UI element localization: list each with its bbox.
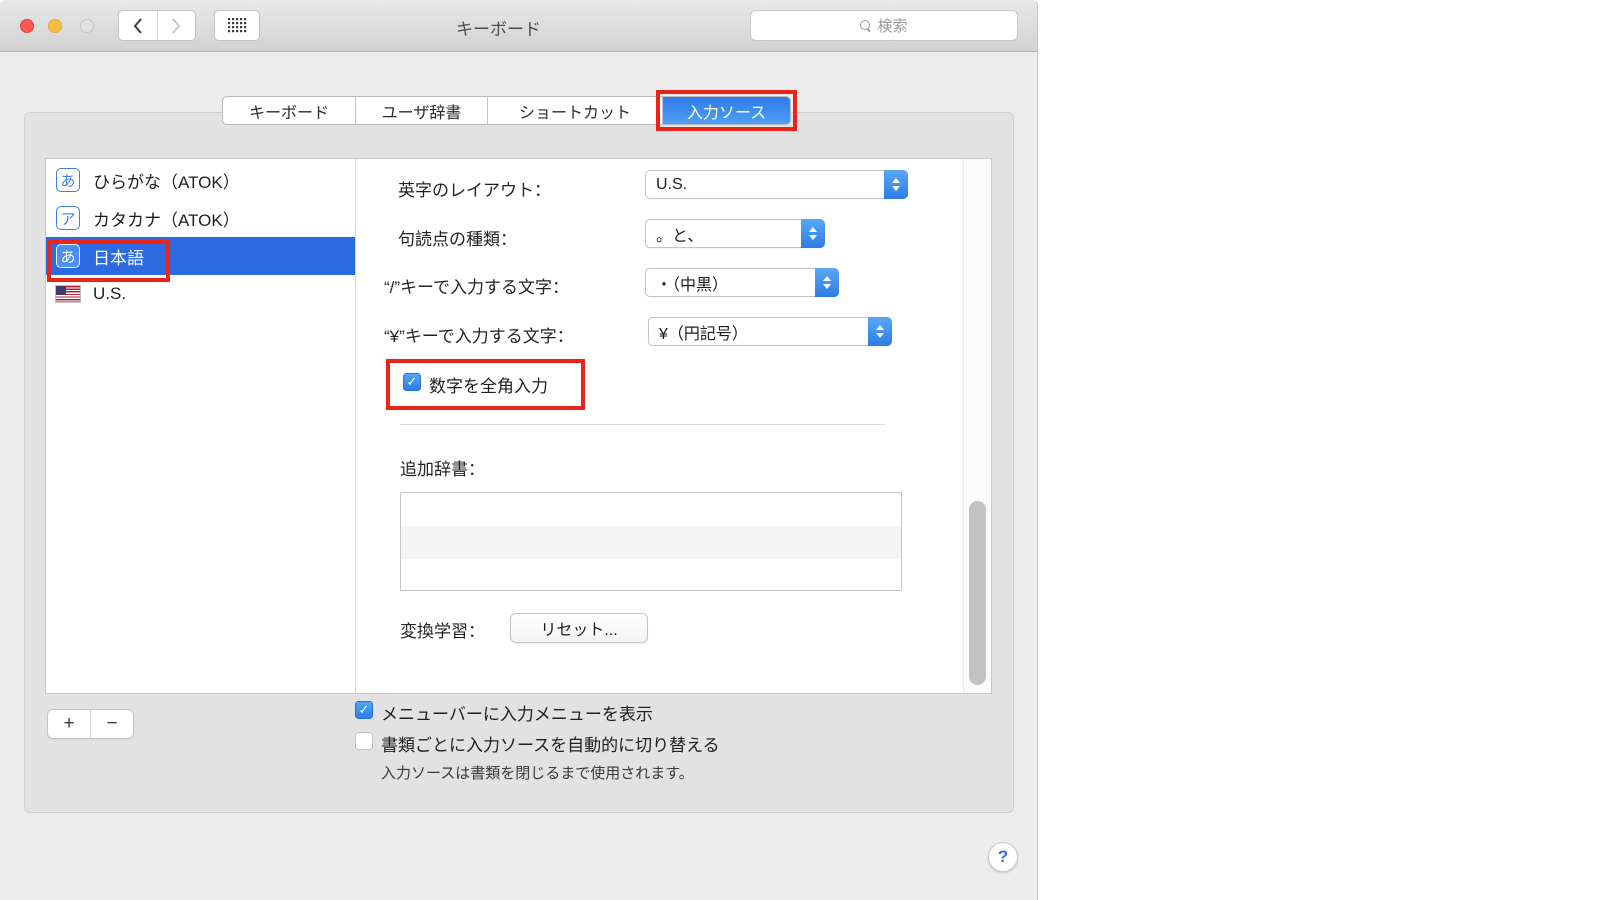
search-placeholder: 検索 xyxy=(877,18,908,35)
list-divider xyxy=(355,158,356,694)
additional-dictionaries-label: 追加辞書： xyxy=(400,460,485,479)
us-flag-icon xyxy=(55,285,81,303)
punctuation-type-value: 。と、 xyxy=(656,227,704,245)
reset-button[interactable]: リセット... xyxy=(510,613,648,643)
input-source-row-hiragana-atok[interactable]: あ ひらがな（ATOK） xyxy=(46,161,355,199)
add-remove-control: + − xyxy=(47,709,134,739)
katakana-badge-icon: ア xyxy=(56,206,80,230)
popup-stepper-icon xyxy=(815,268,839,297)
preferences-window: キーボード 検索 キーボード ユーザ辞書 ショートカット 入力ソース あ ひらが… xyxy=(0,0,1038,900)
tab-bar: キーボード ユーザ辞書 ショートカット 入力ソース xyxy=(222,96,791,125)
japanese-badge-icon: あ xyxy=(56,244,80,268)
title-bar: キーボード 検索 xyxy=(0,0,1037,52)
search-icon xyxy=(860,20,871,31)
input-source-row-us[interactable]: U.S. xyxy=(46,275,355,313)
input-source-row-japanese-selected[interactable]: あ 日本語 xyxy=(46,237,355,275)
section-divider xyxy=(400,424,885,425)
checkbox-checked-icon: ✓ xyxy=(403,373,421,391)
input-source-label: ひらがな（ATOK） xyxy=(93,172,240,192)
checkbox-unchecked-icon xyxy=(355,732,373,750)
tab-shortcuts[interactable]: ショートカット xyxy=(488,97,663,124)
remove-input-source-button[interactable]: − xyxy=(91,710,133,738)
conversion-learning-label: 変換学習： xyxy=(400,622,485,641)
popup-stepper-icon xyxy=(868,317,892,346)
fullwidth-numerals-checkbox[interactable]: ✓ 数字を全角入力 xyxy=(403,373,548,397)
tab-user-dictionary[interactable]: ユーザ辞書 xyxy=(356,97,488,124)
slash-key-select[interactable]: ・（中黒） xyxy=(645,268,839,297)
romaji-layout-value: U.S. xyxy=(656,175,688,193)
slash-key-value: ・（中黒） xyxy=(656,276,729,294)
input-source-label: カタカナ（ATOK） xyxy=(93,210,240,230)
scrollbar-thumb[interactable] xyxy=(969,501,986,685)
tab-keyboard[interactable]: キーボード xyxy=(223,97,356,124)
input-source-label: 日本語 xyxy=(93,248,144,268)
additional-dictionaries-list[interactable] xyxy=(400,492,902,591)
help-button[interactable]: ? xyxy=(988,842,1018,872)
dictionary-row xyxy=(401,559,901,592)
romaji-layout-select[interactable]: U.S. xyxy=(645,170,908,199)
auto-switch-label: 書類ごとに入力ソースを自動的に切り替える xyxy=(381,736,720,755)
checkbox-checked-icon: ✓ xyxy=(355,701,373,719)
popup-stepper-icon xyxy=(884,170,908,199)
search-input[interactable]: 検索 xyxy=(750,10,1018,41)
show-input-menu-checkbox[interactable]: ✓ メニューバーに入力メニューを表示 xyxy=(355,701,653,725)
input-source-label: U.S. xyxy=(93,284,127,303)
popup-stepper-icon xyxy=(801,219,825,248)
romaji-layout-label: 英字のレイアウト： xyxy=(398,181,551,200)
slash-key-label: “/”キーで入力する文字： xyxy=(384,278,570,297)
dictionary-row xyxy=(401,493,901,526)
yen-key-select[interactable]: ¥（円記号） xyxy=(648,317,892,346)
punctuation-type-select[interactable]: 。と、 xyxy=(645,219,825,248)
input-source-row-katakana-atok[interactable]: ア カタカナ（ATOK） xyxy=(46,199,355,237)
punctuation-type-label: 句読点の種類： xyxy=(398,230,517,249)
auto-switch-checkbox[interactable]: 書類ごとに入力ソースを自動的に切り替える xyxy=(355,732,720,756)
tab-input-sources[interactable]: 入力ソース xyxy=(663,97,790,124)
fullwidth-numerals-label: 数字を全角入力 xyxy=(429,377,548,396)
dictionary-row xyxy=(401,526,901,559)
auto-switch-note: 入力ソースは書類を閉じるまで使用されます。 xyxy=(381,765,694,782)
yen-key-value: ¥（円記号） xyxy=(659,325,748,343)
add-input-source-button[interactable]: + xyxy=(48,710,91,738)
show-input-menu-label: メニューバーに入力メニューを表示 xyxy=(381,705,653,724)
yen-key-label: “¥”キーで入力する文字： xyxy=(384,327,574,346)
hiragana-badge-icon: あ xyxy=(56,168,80,192)
